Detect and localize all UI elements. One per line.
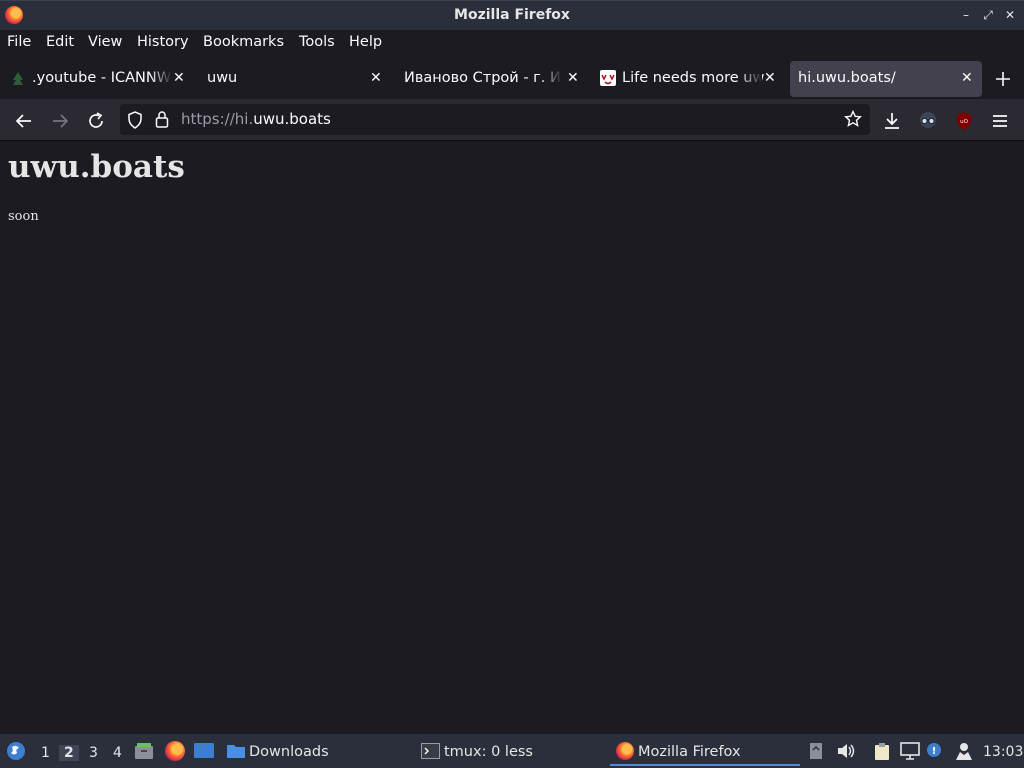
tab-uwu[interactable]: uwu ✕	[195, 61, 390, 97]
window-title: Mozilla Firefox	[454, 7, 570, 23]
workspace-3[interactable]: 3	[89, 745, 98, 761]
menu-history[interactable]: History	[137, 34, 189, 50]
new-tab-icon[interactable]	[996, 72, 1010, 86]
menu-view[interactable]: View	[88, 34, 122, 50]
minimize-button[interactable]: –	[960, 8, 972, 22]
volume-icon[interactable]	[836, 742, 856, 760]
tab-fade	[540, 65, 562, 93]
tab-label: Иваново Строй - г. Иваново	[404, 70, 562, 86]
url-text[interactable]: https://hi.uwu.boats	[181, 110, 331, 128]
url-domain: uwu.boats	[253, 110, 331, 128]
close-tab-icon[interactable]: ✕	[173, 70, 185, 86]
active-task-indicator	[610, 764, 800, 766]
window-titlebar: Mozilla Firefox – ⤢ ✕	[0, 0, 1024, 30]
bookmark-star-icon[interactable]	[844, 110, 862, 128]
clipboard-icon[interactable]	[872, 741, 892, 761]
tab-hi-uwu-boats[interactable]: hi.uwu.boats/ ✕	[790, 61, 982, 97]
forward-arrow-icon[interactable]	[50, 111, 70, 131]
back-arrow-icon[interactable]	[14, 111, 34, 131]
user-session-icon[interactable]	[954, 741, 974, 761]
page-body-text: soon	[8, 209, 39, 224]
menu-bar: File Edit View History Bookmarks Tools H…	[0, 30, 1024, 56]
menu-help[interactable]: Help	[349, 34, 382, 50]
close-tab-icon[interactable]: ✕	[370, 70, 382, 86]
close-tab-icon[interactable]: ✕	[764, 70, 776, 86]
svg-text:uO: uO	[960, 119, 968, 125]
file-cabinet-icon[interactable]	[134, 742, 154, 760]
shield-icon[interactable]	[127, 111, 143, 129]
url-prefix: https://hi.	[181, 110, 254, 128]
task-firefox[interactable]: Mozilla Firefox	[638, 744, 741, 760]
menu-edit[interactable]: Edit	[46, 34, 74, 50]
task-tmux[interactable]: tmux: 0 less	[444, 744, 533, 760]
updates-icon[interactable]: !	[926, 741, 944, 761]
tab-fade	[150, 65, 172, 93]
uwu-favicon-icon	[600, 70, 616, 86]
tab-label: hi.uwu.boats/	[798, 70, 896, 86]
close-window-button[interactable]: ✕	[1004, 8, 1016, 22]
workspace-2-active[interactable]: 2	[59, 745, 79, 761]
scroll-indicator-icon[interactable]	[809, 742, 823, 760]
workspace-4[interactable]: 4	[113, 745, 122, 761]
network-icon[interactable]	[900, 742, 920, 760]
reload-icon[interactable]	[86, 111, 106, 131]
url-bar[interactable]: https://hi.uwu.boats	[120, 104, 870, 135]
tree-favicon-icon	[13, 72, 23, 85]
tab-fade	[740, 65, 762, 93]
folder-icon	[227, 745, 245, 758]
navigation-toolbar: https://hi.uwu.boats uO	[0, 99, 1024, 141]
menu-file[interactable]: File	[7, 34, 31, 50]
lock-icon[interactable]	[155, 110, 169, 128]
desktop-icon[interactable]	[193, 742, 215, 760]
clock: 13:03	[983, 744, 1024, 760]
task-downloads[interactable]: Downloads	[249, 744, 329, 760]
workspace-1[interactable]: 1	[41, 745, 50, 761]
system-taskbar: 1 2 3 4 Downloads tmux: 0 less Mozilla F…	[0, 734, 1024, 768]
menu-bookmarks[interactable]: Bookmarks	[203, 34, 284, 50]
menu-tools[interactable]: Tools	[299, 34, 335, 50]
close-tab-icon[interactable]: ✕	[961, 70, 973, 86]
tab-label: uwu	[207, 70, 238, 86]
page-heading: uwu.boats	[8, 149, 185, 185]
ublock-origin-icon[interactable]: uO	[954, 111, 974, 131]
firefox-task-icon	[616, 742, 634, 760]
terminal-icon	[421, 743, 440, 759]
menu-hamburger-icon[interactable]	[990, 111, 1010, 131]
page-content: uwu.boats soon	[0, 141, 1024, 734]
svg-text:!: !	[932, 746, 937, 757]
app-launcher-icon[interactable]	[6, 741, 26, 761]
close-tab-icon[interactable]: ✕	[567, 70, 579, 86]
window-controls: – ⤢ ✕	[960, 8, 1016, 22]
downloads-icon[interactable]	[882, 111, 902, 131]
firefox-launcher-icon[interactable]	[165, 741, 185, 761]
extension-glasses-icon[interactable]	[918, 111, 938, 131]
maximize-button[interactable]: ⤢	[982, 8, 994, 22]
